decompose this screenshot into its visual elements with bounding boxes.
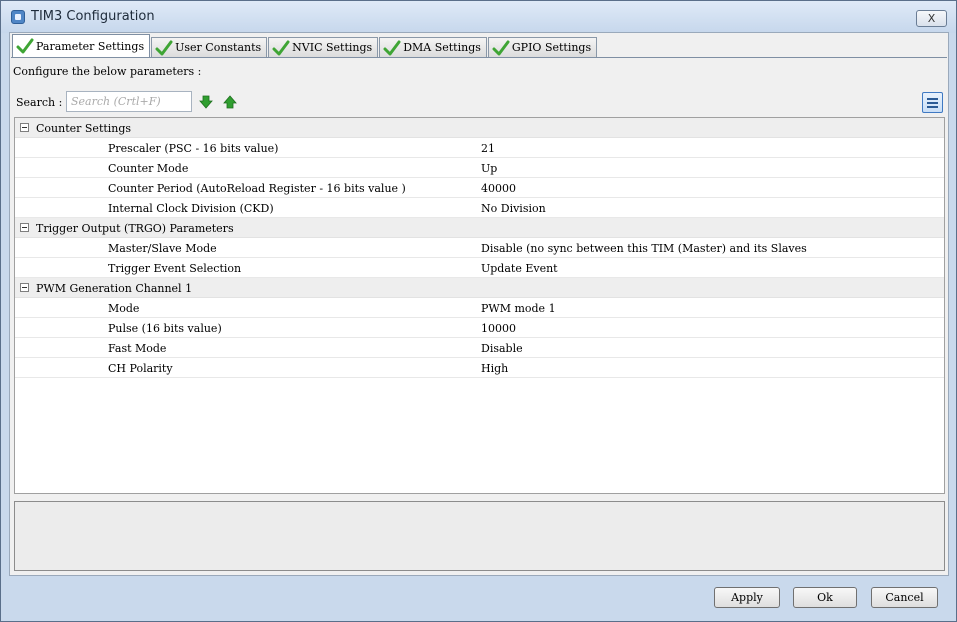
param-name: Pulse (16 bits value)	[108, 322, 222, 335]
parameter-settings-panel: Configure the below parameters : Search …	[11, 57, 947, 574]
parameter-grid: Counter Settings Prescaler (PSC - 16 bit…	[14, 117, 945, 494]
collapse-icon[interactable]	[20, 123, 29, 132]
param-row[interactable]: Internal Clock Division (CKD) No Divisio…	[15, 198, 944, 218]
param-name: Counter Period (AutoReload Register - 16…	[108, 182, 406, 195]
param-row[interactable]: Trigger Event Selection Update Event	[15, 258, 944, 278]
title-bar: TIM3 Configuration X	[1, 1, 956, 33]
search-label: Search :	[16, 96, 63, 109]
param-row[interactable]: Counter Period (AutoReload Register - 16…	[15, 178, 944, 198]
config-window: TIM3 Configuration X Parameter Settings …	[0, 0, 957, 622]
tab-label: User Constants	[175, 41, 262, 54]
tab-label: NVIC Settings	[292, 41, 373, 54]
param-row[interactable]: Master/Slave Mode Disable (no sync betwe…	[15, 238, 944, 258]
param-value[interactable]: Disable	[481, 342, 523, 355]
param-value[interactable]: High	[481, 362, 508, 375]
arrow-down-icon[interactable]	[199, 95, 213, 109]
param-name: Counter Mode	[108, 162, 189, 175]
param-row[interactable]: Pulse (16 bits value) 10000	[15, 318, 944, 338]
collapse-icon[interactable]	[20, 223, 29, 232]
arrow-up-icon[interactable]	[223, 95, 237, 109]
tab-nvic-settings[interactable]: NVIC Settings	[268, 37, 379, 57]
app-icon	[11, 10, 25, 24]
tab-dma-settings[interactable]: DMA Settings	[379, 37, 487, 57]
group-row-trigger-output[interactable]: Trigger Output (TRGO) Parameters	[15, 218, 944, 238]
param-row[interactable]: CH Polarity High	[15, 358, 944, 378]
param-row[interactable]: Counter Mode Up	[15, 158, 944, 178]
collapse-icon[interactable]	[20, 283, 29, 292]
list-view-icon[interactable]	[922, 92, 943, 113]
group-title: Counter Settings	[36, 122, 132, 135]
check-icon	[272, 40, 290, 55]
param-row[interactable]: Mode PWM mode 1	[15, 298, 944, 318]
group-title: PWM Generation Channel 1	[36, 282, 193, 295]
description-box	[14, 501, 945, 571]
tab-label: GPIO Settings	[511, 41, 592, 54]
param-name: Trigger Event Selection	[108, 262, 242, 275]
param-row[interactable]: Prescaler (PSC - 16 bits value) 21	[15, 138, 944, 158]
param-value[interactable]: 40000	[481, 182, 516, 195]
close-button[interactable]: X	[916, 10, 947, 27]
param-name: Prescaler (PSC - 16 bits value)	[108, 142, 279, 155]
tab-label: Parameter Settings	[36, 39, 145, 53]
param-row[interactable]: Fast Mode Disable	[15, 338, 944, 358]
check-icon	[155, 40, 173, 55]
param-value[interactable]: 10000	[481, 322, 516, 335]
tab-gpio-settings[interactable]: GPIO Settings	[487, 37, 598, 57]
group-row-counter-settings[interactable]: Counter Settings	[15, 118, 944, 138]
tab-user-constants[interactable]: User Constants	[151, 37, 268, 57]
panel-description: Configure the below parameters :	[13, 65, 202, 78]
tab-bar: Parameter Settings User Constants NVIC S…	[12, 34, 598, 57]
tab-label: DMA Settings	[403, 41, 481, 54]
group-row-pwm-channel-1[interactable]: PWM Generation Channel 1	[15, 278, 944, 298]
param-name: Fast Mode	[108, 342, 167, 355]
check-icon	[383, 40, 401, 55]
group-title: Trigger Output (TRGO) Parameters	[36, 222, 234, 235]
window-title: TIM3 Configuration	[31, 9, 155, 24]
param-name: CH Polarity	[108, 362, 173, 375]
tab-parameter-settings[interactable]: Parameter Settings	[12, 34, 151, 57]
param-value[interactable]: PWM mode 1	[481, 302, 556, 315]
check-icon	[16, 38, 34, 54]
param-value[interactable]: Update Event	[481, 262, 558, 275]
client-area: Parameter Settings User Constants NVIC S…	[9, 32, 949, 576]
param-name: Master/Slave Mode	[108, 242, 217, 255]
param-value[interactable]: No Division	[481, 202, 546, 215]
apply-button[interactable]: Apply	[714, 587, 780, 608]
check-icon	[492, 40, 510, 55]
cancel-button[interactable]: Cancel	[871, 587, 938, 608]
param-name: Mode	[108, 302, 140, 315]
search-input[interactable]	[66, 91, 192, 112]
param-value[interactable]: Disable (no sync between this TIM (Maste…	[481, 242, 807, 255]
param-value[interactable]: Up	[481, 162, 497, 175]
param-value[interactable]: 21	[481, 142, 495, 155]
ok-button[interactable]: Ok	[793, 587, 857, 608]
param-name: Internal Clock Division (CKD)	[108, 202, 274, 215]
